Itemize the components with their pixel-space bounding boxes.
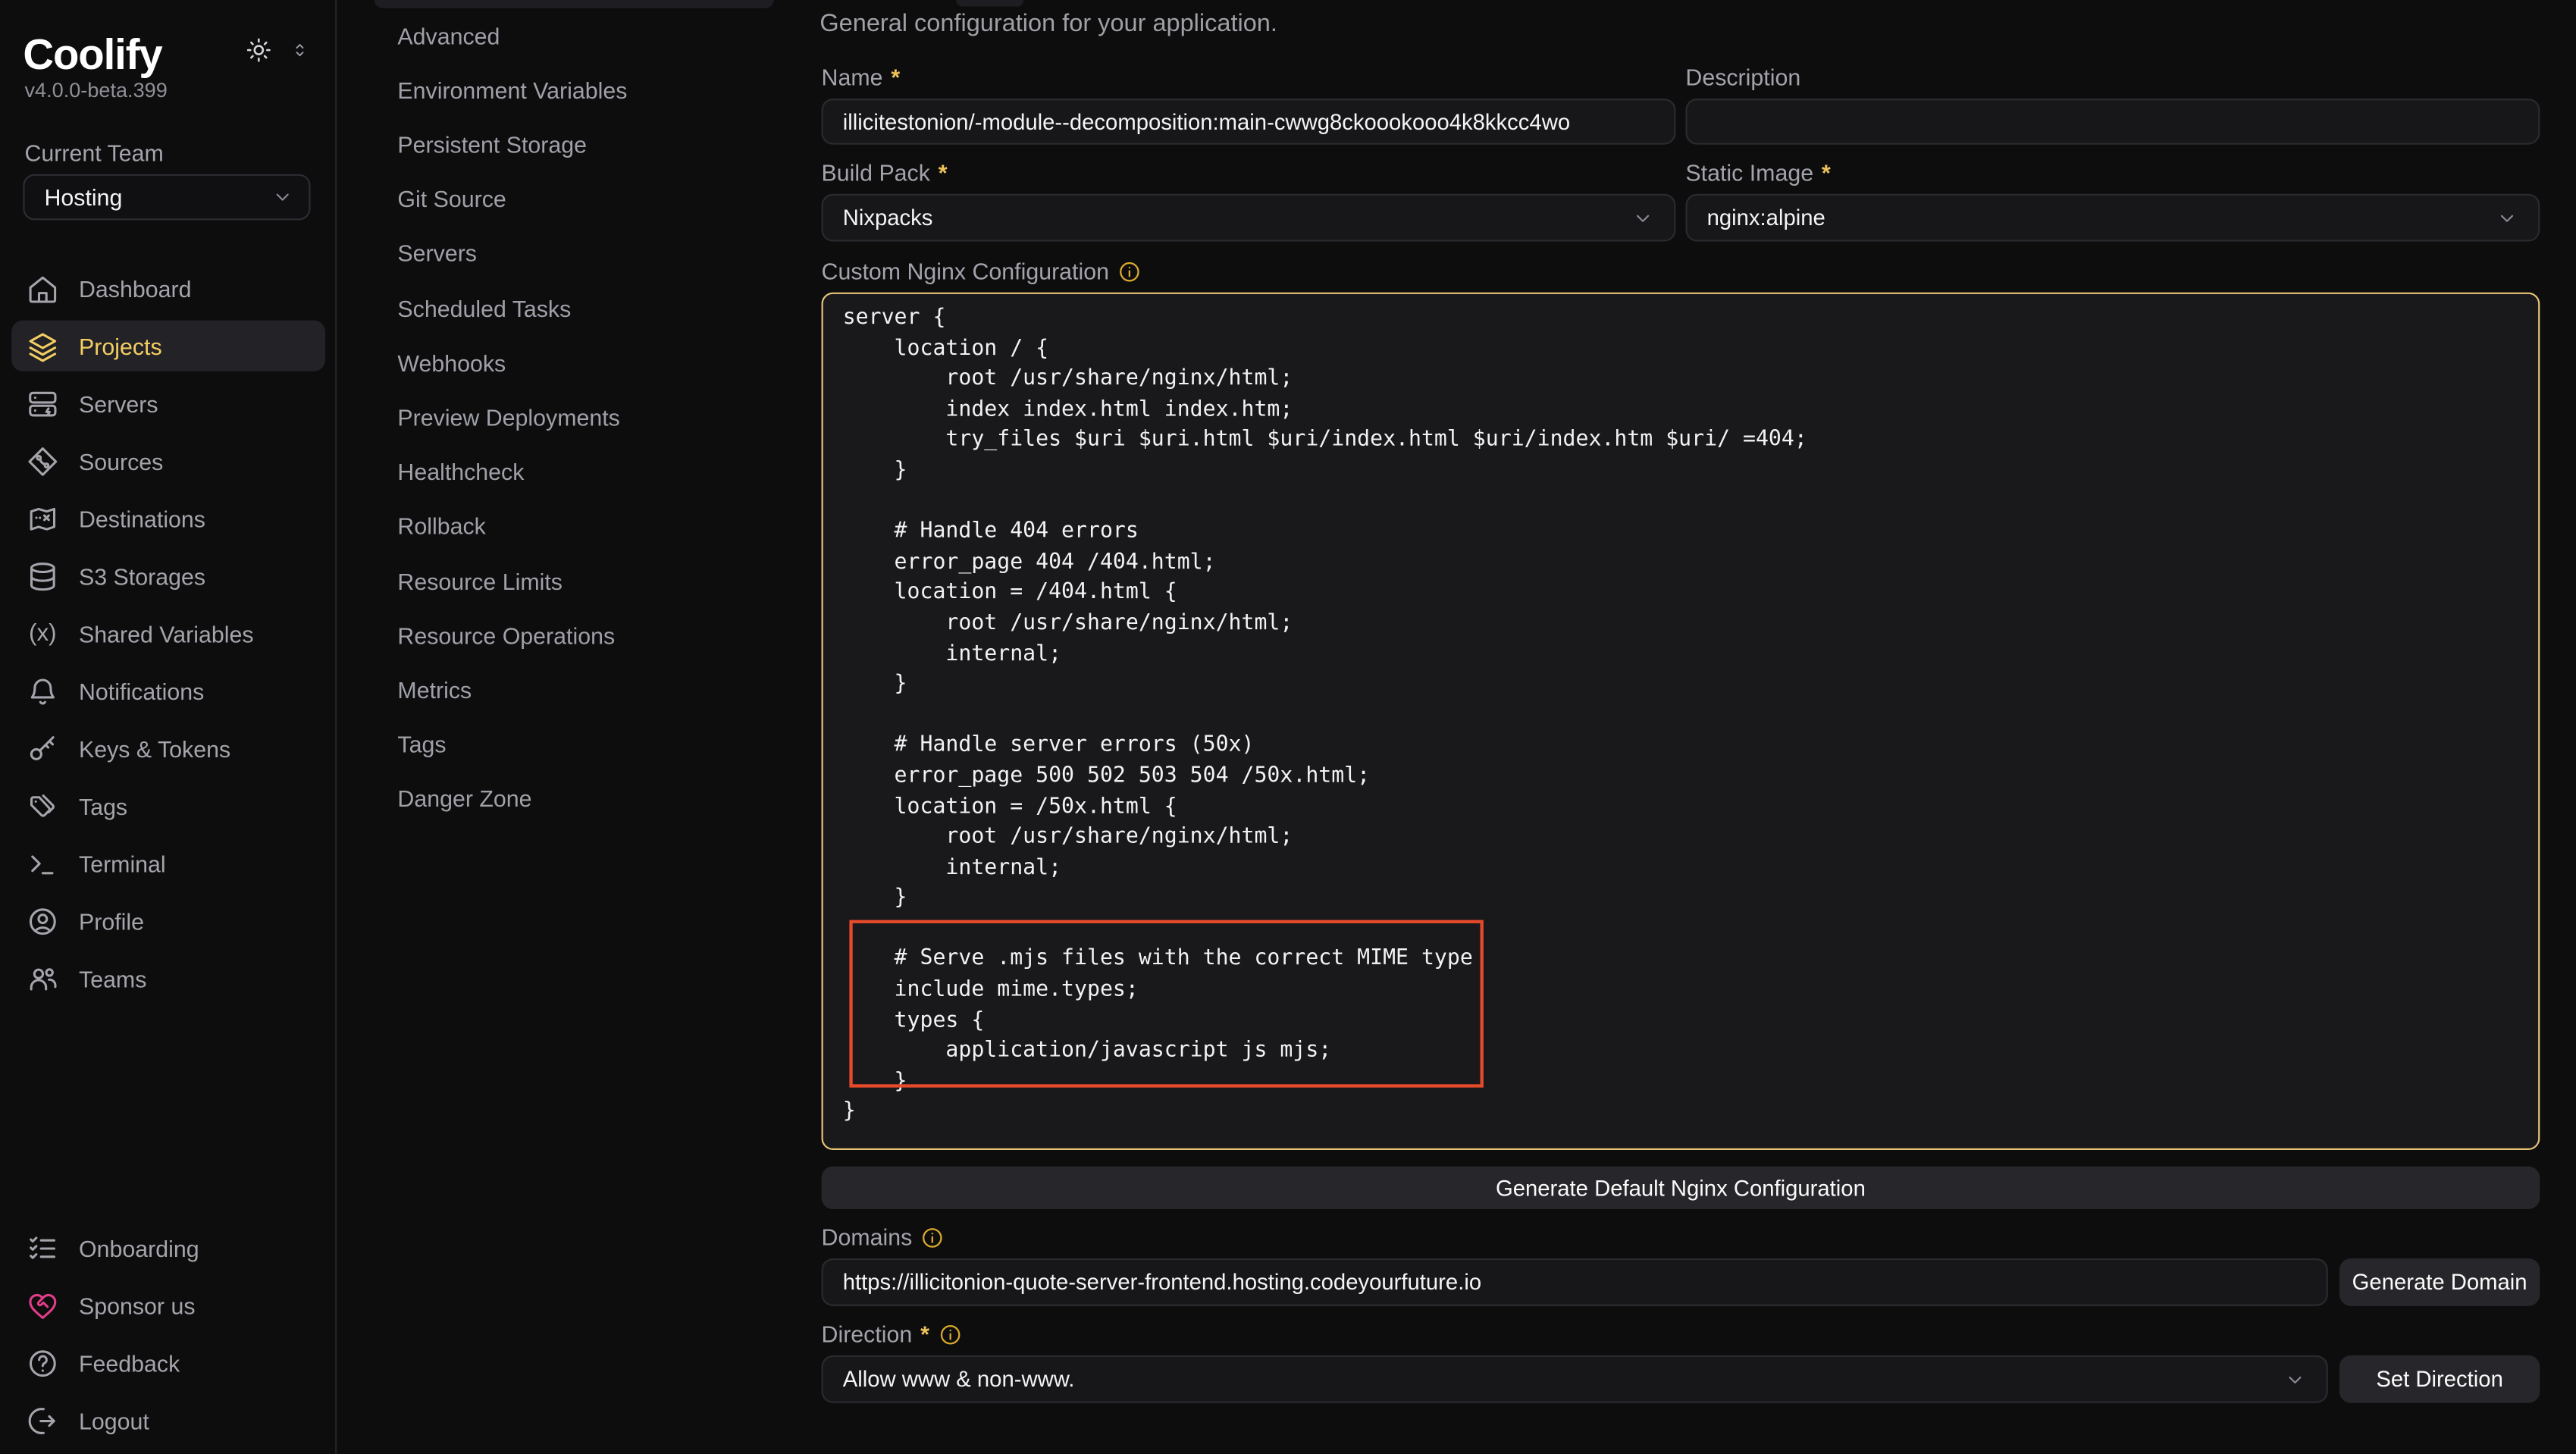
settings-nav-webhooks[interactable]: Webhooks [397, 346, 751, 379]
annotation-red-box [849, 920, 1483, 1088]
domains-label: Domains [822, 1224, 945, 1250]
help-circle-icon [27, 1346, 59, 1379]
settings-nav-advanced[interactable]: Advanced [397, 20, 751, 52]
cut-off-element [956, 0, 1023, 7]
variable-icon: (x) [27, 620, 59, 647]
list-checks-icon [27, 1231, 59, 1264]
settings-nav-metrics[interactable]: Metrics [397, 674, 751, 707]
settings-nav-resource-limits[interactable]: Resource Limits [397, 565, 751, 597]
app-logo: Coolify [23, 30, 161, 80]
server-icon [27, 387, 59, 419]
sidebar-item-notifications[interactable]: Notifications [11, 666, 325, 716]
info-icon[interactable] [938, 1321, 963, 1346]
settings-nav-preview-deployments[interactable]: Preview Deployments [397, 401, 751, 434]
description-input[interactable] [1685, 99, 2540, 145]
git-source-icon [27, 444, 59, 477]
sidebar-item-feedback[interactable]: Feedback [11, 1337, 325, 1388]
direction-label: Direction* [822, 1321, 963, 1347]
chevrons-up-down-icon[interactable] [289, 39, 310, 61]
info-icon[interactable] [920, 1225, 945, 1250]
bell-icon [27, 675, 59, 707]
settings-nav-tags[interactable]: Tags [397, 728, 751, 760]
sidebar-item-tags[interactable]: Tags [11, 780, 325, 831]
chevron-down-icon [2496, 206, 2518, 229]
team-select[interactable]: Hosting [23, 174, 310, 221]
generate-domain-button[interactable]: Generate Domain [2339, 1258, 2540, 1306]
key-icon [27, 732, 59, 764]
sidebar-item-keys-tokens[interactable]: Keys & Tokens [11, 723, 325, 774]
home-icon [27, 272, 59, 305]
static-image-label: Static Image* [1685, 159, 1830, 186]
name-label: Name* [822, 64, 901, 91]
database-icon [27, 559, 59, 592]
build-pack-label: Build Pack* [822, 159, 948, 186]
sidebar-item-servers[interactable]: Servers [11, 378, 325, 428]
user-circle-icon [27, 904, 59, 937]
build-pack-select[interactable]: Nixpacks [822, 194, 1676, 242]
settings-nav-environment-variables[interactable]: Environment Variables [397, 74, 751, 107]
sidebar-item-sources[interactable]: Sources [11, 435, 325, 486]
map-icon [27, 502, 59, 534]
sidebar-item-dashboard[interactable]: Dashboard [11, 263, 325, 314]
settings-nav-partial-highlight [374, 0, 774, 8]
sidebar-item-destinations[interactable]: Destinations [11, 493, 325, 544]
settings-nav-healthcheck[interactable]: Healthcheck [397, 455, 751, 487]
settings-nav-servers[interactable]: Servers [397, 237, 751, 269]
sidebar-item-onboarding[interactable]: Onboarding [11, 1222, 325, 1273]
coolify-app: Coolify v4.0.0-beta.399 Current Team Hos… [0, 0, 2576, 1454]
settings-nav-scheduled-tasks[interactable]: Scheduled Tasks [397, 293, 751, 325]
sidebar-item-profile[interactable]: Profile [11, 895, 325, 946]
static-image-select[interactable]: nginx:alpine [1685, 194, 2540, 242]
domains-input[interactable]: https://illicitonion-quote-server-fronte… [822, 1258, 2328, 1306]
current-team-label: Current Team [25, 139, 164, 166]
description-label: Description [1685, 64, 1800, 91]
settings-nav-rollback[interactable]: Rollback [397, 509, 751, 542]
sidebar-item-logout[interactable]: Logout [11, 1395, 325, 1446]
settings-nav-resource-operations[interactable]: Resource Operations [397, 619, 751, 652]
page-subtitle: General configuration for your applicati… [819, 10, 1277, 38]
sidebar-item-s3-storages[interactable]: S3 Storages [11, 550, 325, 601]
heart-handshake-icon [27, 1289, 59, 1321]
settings-nav-danger-zone[interactable]: Danger Zone [397, 782, 751, 815]
sidebar-item-shared-variables[interactable]: (x)Shared Variables [11, 608, 325, 659]
generate-default-nginx-button[interactable]: Generate Default Nginx Configuration [822, 1167, 2540, 1209]
direction-select[interactable]: Allow www & non-www. [822, 1355, 2328, 1403]
theme-sun-icon[interactable] [245, 36, 273, 64]
name-input[interactable]: illicitestonion/-module--decomposition:m… [822, 99, 1676, 145]
sidebar-item-projects[interactable]: Projects [11, 321, 325, 371]
logout-icon [27, 1404, 59, 1437]
app-version: v4.0.0-beta.399 [25, 79, 168, 102]
users-icon [27, 962, 59, 995]
sidebar-item-sponsor-us[interactable]: Sponsor us [11, 1280, 325, 1330]
tags-icon [27, 789, 59, 822]
info-icon[interactable] [1117, 259, 1142, 284]
nginx-config-label: Custom Nginx Configuration [822, 258, 1142, 284]
sidebar: Coolify v4.0.0-beta.399 Current Team Hos… [0, 0, 337, 1454]
chevron-down-icon [271, 186, 294, 208]
chevron-down-icon [1631, 206, 1654, 229]
sidebar-item-terminal[interactable]: Terminal [11, 838, 325, 888]
settings-nav-persistent-storage[interactable]: Persistent Storage [397, 128, 751, 161]
chevron-down-icon [2283, 1368, 2306, 1390]
sidebar-item-teams[interactable]: Teams [11, 953, 325, 1004]
set-direction-button[interactable]: Set Direction [2339, 1355, 2540, 1403]
layers-icon [27, 330, 59, 362]
settings-nav-git-source[interactable]: Git Source [397, 183, 751, 215]
terminal-icon [27, 847, 59, 879]
